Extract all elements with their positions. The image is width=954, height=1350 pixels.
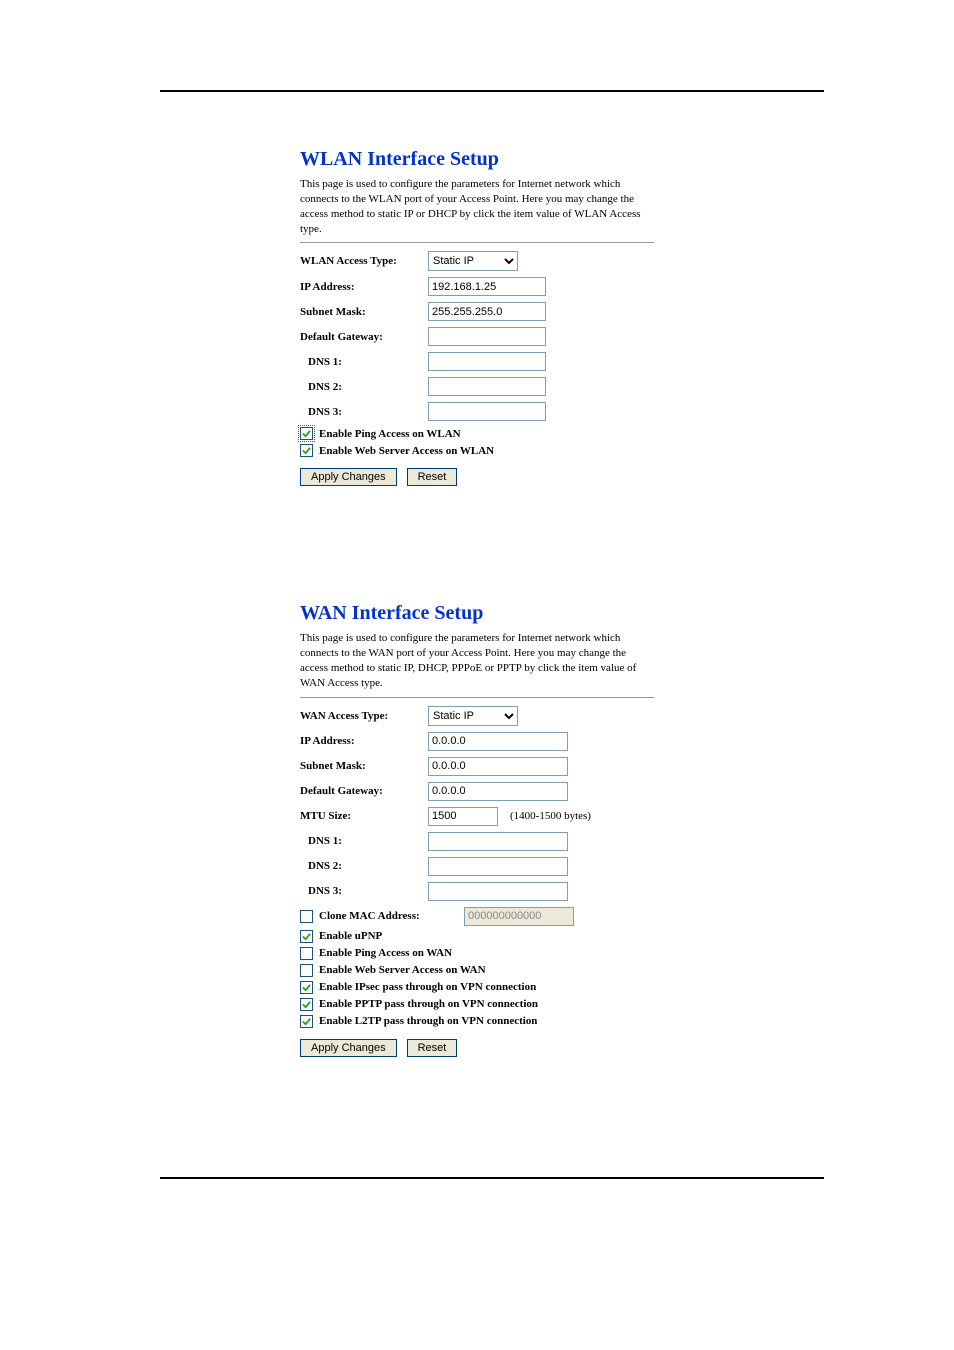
wlan-ping-checkbox-row: Enable Ping Access on WLAN <box>300 427 654 440</box>
wlan-apply-button[interactable]: Apply Changes <box>300 468 397 486</box>
bottom-rule <box>160 1177 824 1179</box>
wlan-gateway-label: Default Gateway: <box>300 331 428 343</box>
wan-dns2-row: DNS 2: <box>300 857 654 876</box>
divider <box>300 697 654 698</box>
wan-gateway-row: Default Gateway: <box>300 782 654 801</box>
wan-mtu-hint: (1400-1500 bytes) <box>510 810 591 822</box>
wlan-ping-label: Enable Ping Access on WLAN <box>319 428 461 440</box>
wan-heading: WAN Interface Setup <box>300 602 654 625</box>
wan-l2tp-row: Enable L2TP pass through on VPN connecti… <box>300 1015 654 1028</box>
wlan-access-type-row: WLAN Access Type: Static IP <box>300 251 654 271</box>
wan-dns1-input[interactable] <box>428 832 568 851</box>
wan-pptp-row: Enable PPTP pass through on VPN connecti… <box>300 998 654 1011</box>
wan-dns1-label: DNS 1: <box>300 835 428 847</box>
wan-dns3-label: DNS 3: <box>300 885 428 897</box>
wan-webserver-label: Enable Web Server Access on WAN <box>319 964 486 976</box>
check-icon <box>302 983 311 992</box>
wan-ipsec-checkbox[interactable] <box>300 981 313 994</box>
wlan-subnet-label: Subnet Mask: <box>300 306 428 318</box>
check-icon <box>302 429 311 438</box>
wlan-webserver-checkbox-row: Enable Web Server Access on WLAN <box>300 444 654 457</box>
wlan-dns3-label: DNS 3: <box>300 406 428 418</box>
wlan-dns2-row: DNS 2: <box>300 377 654 396</box>
wan-subnet-label: Subnet Mask: <box>300 760 428 772</box>
check-icon <box>302 1000 311 1009</box>
wan-upnp-checkbox[interactable] <box>300 930 313 943</box>
wlan-heading: WLAN Interface Setup <box>300 148 654 171</box>
wan-ip-label: IP Address: <box>300 735 428 747</box>
wan-mtu-input[interactable] <box>428 807 498 826</box>
wan-ping-checkbox[interactable] <box>300 947 313 960</box>
wan-ip-row: IP Address: <box>300 732 654 751</box>
wan-gateway-input[interactable] <box>428 782 568 801</box>
wan-ipsec-label: Enable IPsec pass through on VPN connect… <box>319 981 536 993</box>
wlan-ping-checkbox[interactable] <box>300 427 313 440</box>
check-icon <box>302 932 311 941</box>
wan-mtu-label: MTU Size: <box>300 810 428 822</box>
wlan-webserver-label: Enable Web Server Access on WLAN <box>319 445 494 457</box>
wan-clonemac-row: Clone MAC Address: <box>300 907 654 926</box>
wlan-dns2-label: DNS 2: <box>300 381 428 393</box>
wlan-dns1-label: DNS 1: <box>300 356 428 368</box>
wan-description: This page is used to configure the param… <box>300 631 654 690</box>
wlan-subnet-row: Subnet Mask: <box>300 302 654 321</box>
wlan-dns3-input[interactable] <box>428 402 546 421</box>
wan-webserver-row: Enable Web Server Access on WAN <box>300 964 654 977</box>
check-icon <box>302 1017 311 1026</box>
wan-clonemac-label: Clone MAC Address: <box>319 910 434 922</box>
wan-ping-row: Enable Ping Access on WAN <box>300 947 654 960</box>
wan-upnp-label: Enable uPNP <box>319 930 382 942</box>
wlan-gateway-row: Default Gateway: <box>300 327 654 346</box>
divider <box>300 242 654 243</box>
check-icon <box>302 446 311 455</box>
wan-ipsec-row: Enable IPsec pass through on VPN connect… <box>300 981 654 994</box>
wan-l2tp-checkbox[interactable] <box>300 1015 313 1028</box>
wan-clonemac-checkbox[interactable] <box>300 910 313 923</box>
wan-ping-label: Enable Ping Access on WAN <box>319 947 452 959</box>
wan-dns3-row: DNS 3: <box>300 882 654 901</box>
wlan-description: This page is used to configure the param… <box>300 177 654 236</box>
wlan-button-row: Apply Changes Reset <box>300 467 654 486</box>
wan-subnet-row: Subnet Mask: <box>300 757 654 776</box>
wan-subnet-input[interactable] <box>428 757 568 776</box>
spacer <box>300 486 654 596</box>
wlan-dns3-row: DNS 3: <box>300 402 654 421</box>
wan-dns2-input[interactable] <box>428 857 568 876</box>
wan-upnp-row: Enable uPNP <box>300 930 654 943</box>
content-area: WLAN Interface Setup This page is used t… <box>0 92 954 1057</box>
wan-dns2-label: DNS 2: <box>300 860 428 872</box>
wlan-webserver-checkbox[interactable] <box>300 444 313 457</box>
wan-pptp-checkbox[interactable] <box>300 998 313 1011</box>
wan-dns3-input[interactable] <box>428 882 568 901</box>
wan-reset-button[interactable]: Reset <box>407 1039 458 1057</box>
wan-clonemac-input[interactable] <box>464 907 574 926</box>
wan-access-type-row: WAN Access Type: Static IP <box>300 706 654 726</box>
wlan-access-type-label: WLAN Access Type: <box>300 255 428 267</box>
wlan-dns1-row: DNS 1: <box>300 352 654 371</box>
page: WLAN Interface Setup This page is used t… <box>0 0 954 1239</box>
wlan-ip-row: IP Address: <box>300 277 654 296</box>
wan-pptp-label: Enable PPTP pass through on VPN connecti… <box>319 998 538 1010</box>
wan-gateway-label: Default Gateway: <box>300 785 428 797</box>
wlan-subnet-input[interactable] <box>428 302 546 321</box>
wlan-dns1-input[interactable] <box>428 352 546 371</box>
wan-access-type-select[interactable]: Static IP <box>428 706 518 726</box>
wlan-gateway-input[interactable] <box>428 327 546 346</box>
wan-l2tp-label: Enable L2TP pass through on VPN connecti… <box>319 1015 537 1027</box>
wan-button-row: Apply Changes Reset <box>300 1038 654 1057</box>
wan-access-type-label: WAN Access Type: <box>300 710 428 722</box>
wan-dns1-row: DNS 1: <box>300 832 654 851</box>
wlan-access-type-select[interactable]: Static IP <box>428 251 518 271</box>
wlan-ip-input[interactable] <box>428 277 546 296</box>
wlan-dns2-input[interactable] <box>428 377 546 396</box>
wlan-reset-button[interactable]: Reset <box>407 468 458 486</box>
wan-apply-button[interactable]: Apply Changes <box>300 1039 397 1057</box>
wlan-ip-label: IP Address: <box>300 281 428 293</box>
wan-mtu-row: MTU Size: (1400-1500 bytes) <box>300 807 654 826</box>
wan-webserver-checkbox[interactable] <box>300 964 313 977</box>
wan-ip-input[interactable] <box>428 732 568 751</box>
